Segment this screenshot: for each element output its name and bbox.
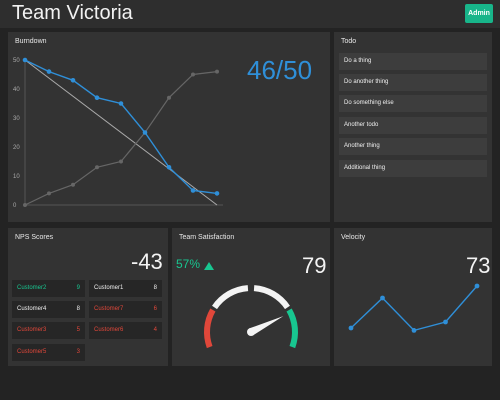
gauge-needle-hub <box>247 328 255 336</box>
burndown-y-tick: 30 <box>13 116 20 122</box>
burndown-actual-point <box>166 165 172 170</box>
burndown-y-tick: 50 <box>13 58 20 64</box>
burndown-actual-point <box>70 78 76 83</box>
burndown-actual-point <box>46 69 52 74</box>
burnup-point <box>47 191 51 196</box>
velocity-point <box>474 283 480 289</box>
velocity-point <box>348 325 354 331</box>
burndown-actual-point <box>118 101 124 106</box>
burndown-y-tick: 10 <box>13 174 20 180</box>
velocity-point <box>443 319 448 325</box>
burnup-point <box>191 72 195 77</box>
charts-layer: 50 40 30 20 10 0 <box>13 57 480 349</box>
burndown-y-tick: 0 <box>13 203 17 209</box>
gauge-mid-segment-left <box>212 285 249 310</box>
velocity-point <box>411 328 417 333</box>
burndown-actual-point <box>190 188 196 193</box>
burnup-point <box>23 203 27 207</box>
burndown-y-tick: 20 <box>13 145 20 151</box>
burndown-actual-point <box>94 95 100 100</box>
burnup-point <box>71 182 75 187</box>
dashboard: Team Victoria Admin Burndown 46/50 Todo … <box>0 0 500 400</box>
burnup-point <box>119 159 123 164</box>
gauge-high-segment <box>286 308 298 349</box>
burnup-point <box>95 165 99 170</box>
burndown-y-tick: 40 <box>13 87 20 93</box>
gauge-low-segment <box>204 308 216 349</box>
burndown-ideal-line <box>24 59 218 206</box>
gauge-mid-segment-right <box>253 285 290 310</box>
velocity-line <box>350 285 478 332</box>
burndown-actual-point <box>214 191 220 196</box>
burnup-point <box>215 69 219 74</box>
velocity-point <box>380 295 385 301</box>
burnup-point <box>167 95 171 100</box>
triangle-up-icon <box>204 262 214 270</box>
burndown-actual-point <box>22 57 28 63</box>
burndown-actual-point <box>142 130 148 135</box>
burndown-actual-line <box>24 59 218 195</box>
